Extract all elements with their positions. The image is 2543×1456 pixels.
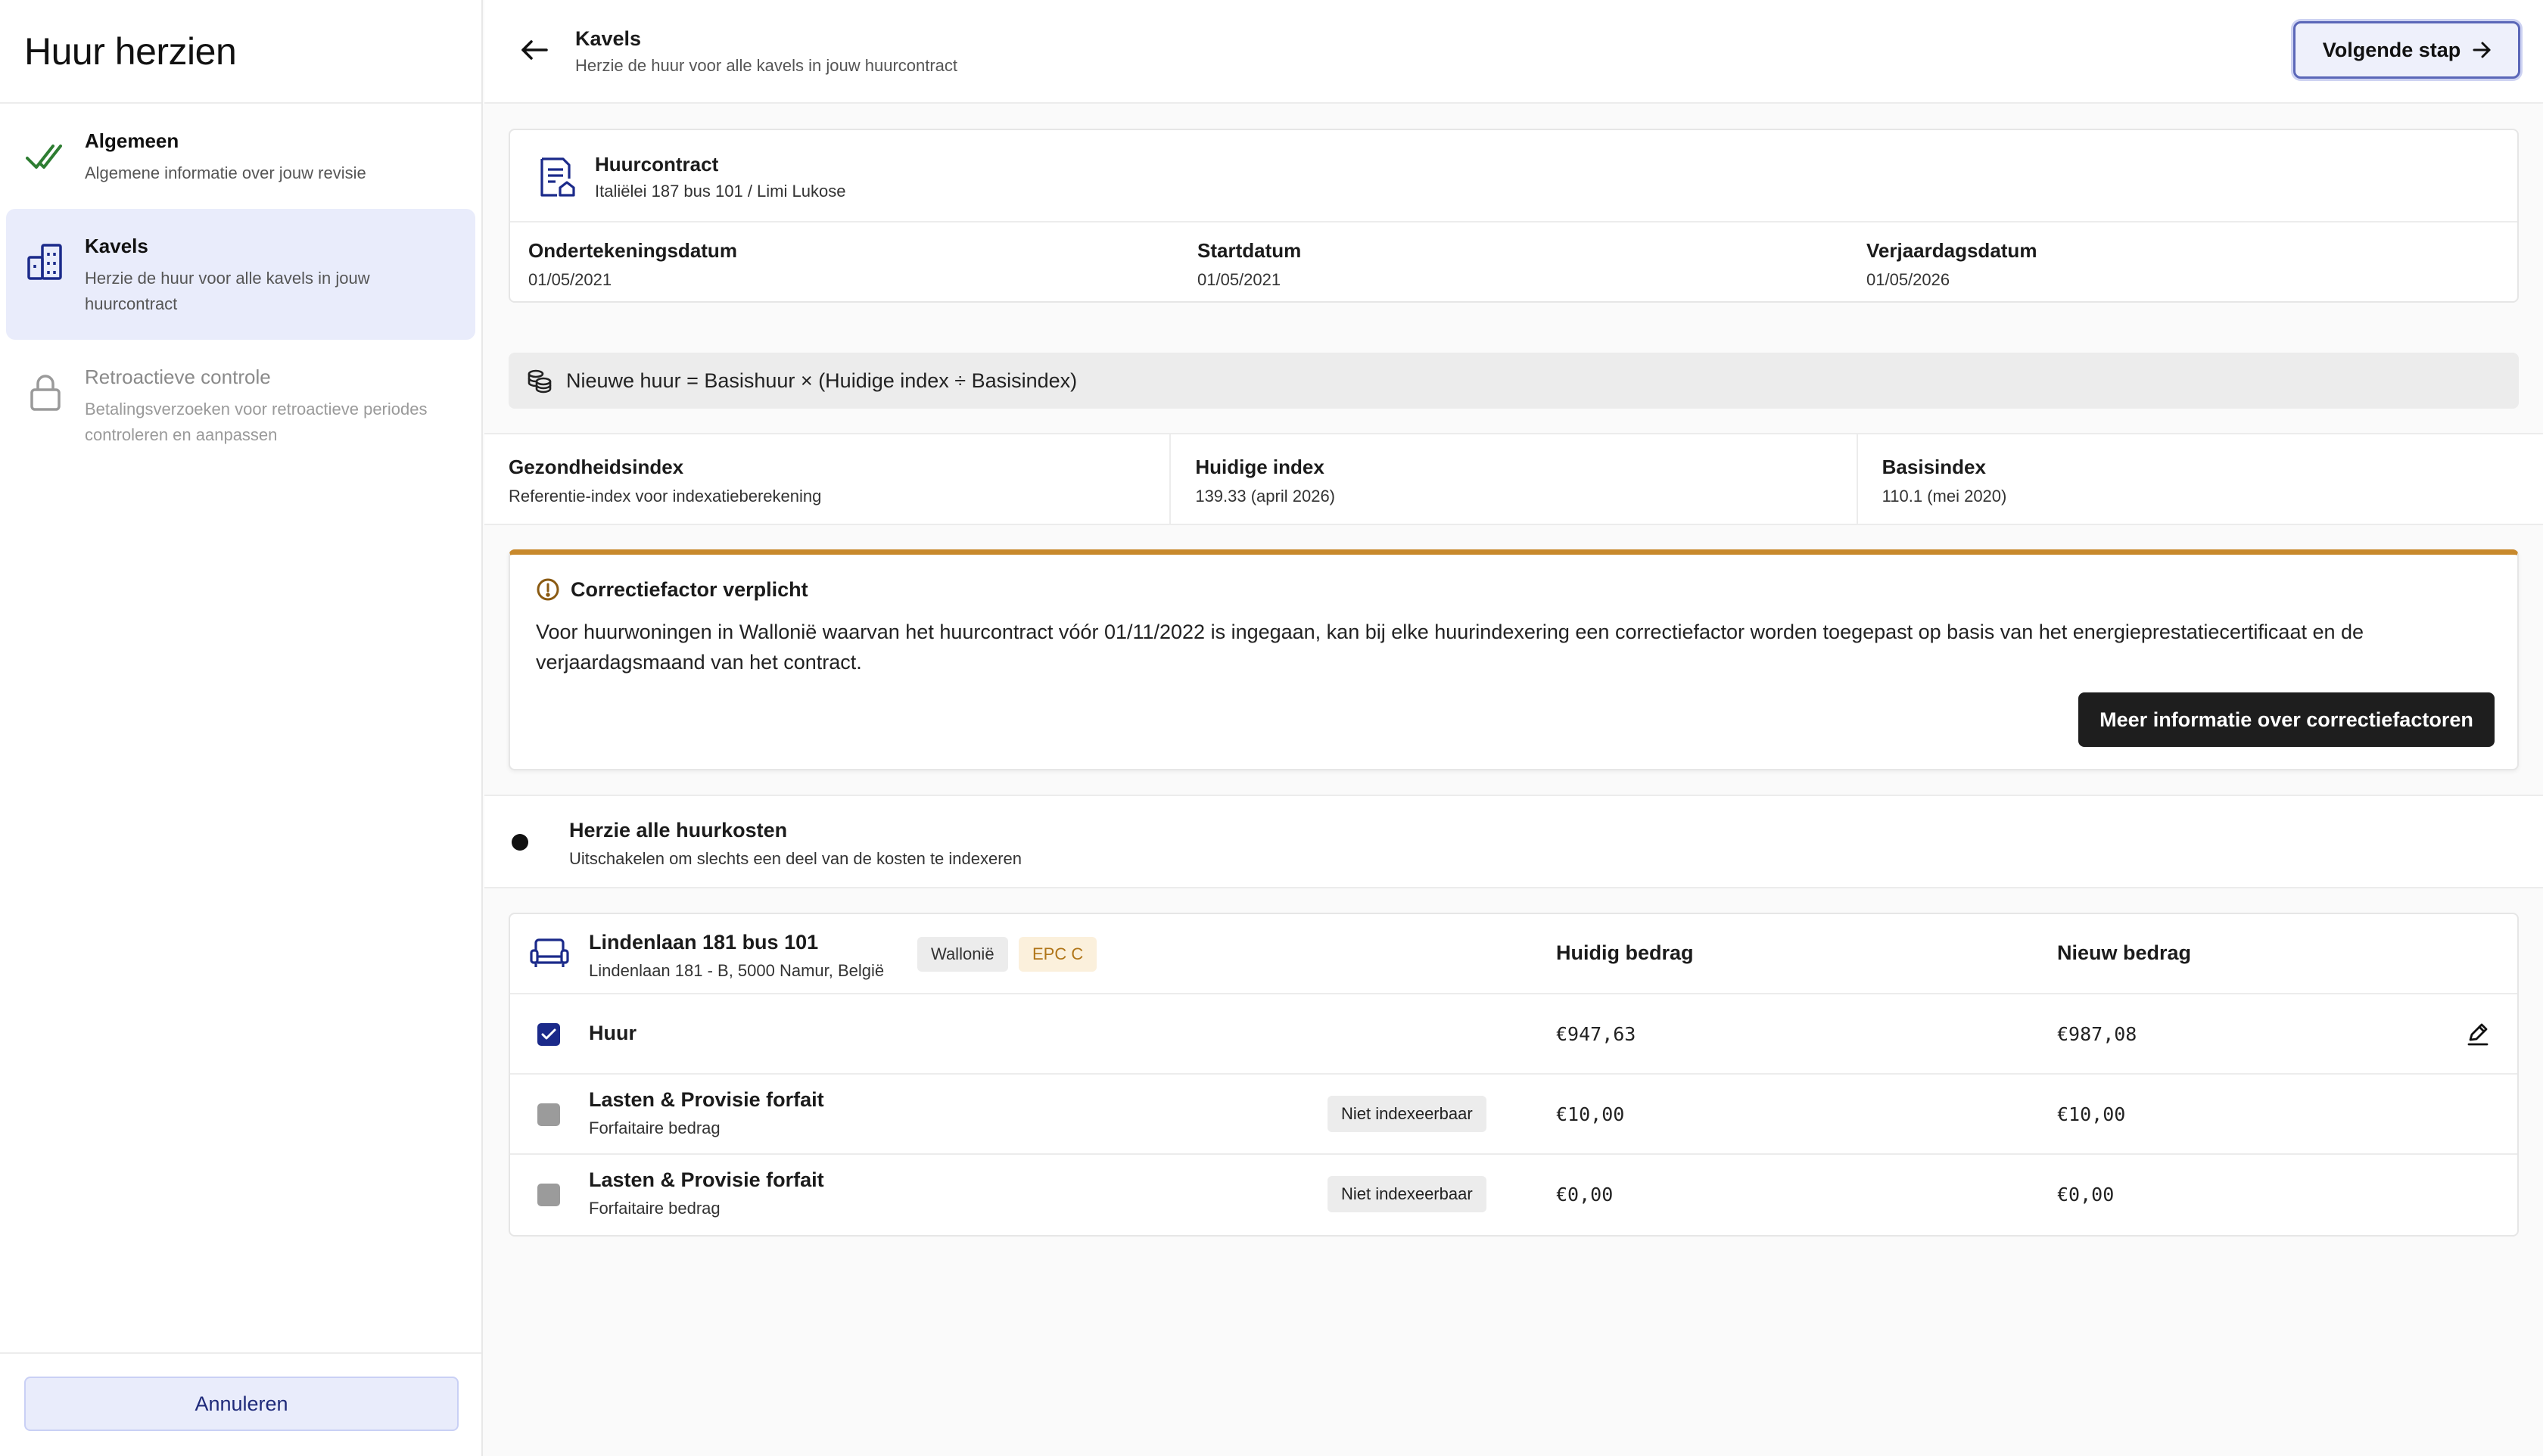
top-bar: Kavels Herzie de huur voor alle kavels i… — [484, 0, 2543, 104]
date-label: Verjaardagsdatum — [1866, 239, 2037, 262]
new-amount: €0,00 — [2057, 1184, 2115, 1206]
step-kavels[interactable]: Kavels Herzie de huur voor alle kavels i… — [6, 209, 475, 340]
date-value: 01/05/2026 — [1866, 270, 1950, 289]
health-index: Gezondheidsindex Referentie-index voor i… — [484, 434, 1172, 524]
row-subtitle: Forfaitaire bedrag — [589, 1118, 721, 1137]
not-indexable-badge: Niet indexeerbaar — [1328, 1096, 1486, 1132]
date-value: 01/05/2021 — [1197, 270, 1281, 289]
date-label: Ondertekeningsdatum — [528, 239, 737, 262]
correction-factor-warning: Correctiefactor verplicht Voor huurwonin… — [509, 549, 2519, 770]
step-title: Retroactieve controle — [85, 366, 271, 388]
contract-title: Huurcontract — [595, 153, 719, 176]
index-value: 139.33 (april 2026) — [1195, 487, 1336, 506]
row-title: Huur — [589, 1022, 637, 1044]
row-subtitle: Forfaitaire bedrag — [589, 1199, 721, 1218]
index-label: Huidige index — [1195, 456, 1324, 478]
contract-header: Huurcontract Italiëlei 187 bus 101 / Lim… — [510, 130, 2517, 222]
current-amount: €947,63 — [1556, 1023, 1636, 1045]
row-title: Lasten & Provisie forfait — [589, 1088, 824, 1111]
page-subtitle: Herzie de huur voor alle kavels in jouw … — [575, 56, 958, 75]
step-title: Kavels — [85, 235, 148, 257]
step-list: Algemeen Algemene informatie over jouw r… — [0, 104, 481, 471]
coins-icon — [528, 369, 552, 394]
cancel-button[interactable]: Annuleren — [24, 1377, 459, 1431]
toggle-knob — [512, 834, 528, 851]
lot-address: Lindenlaan 181 - B, 5000 Namur, België — [589, 961, 885, 980]
more-info-button[interactable]: Meer informatie over correctiefactoren — [2078, 692, 2495, 747]
index-label: Basisindex — [1882, 456, 1986, 478]
current-amount: €10,00 — [1556, 1103, 1625, 1125]
formula-text: Nieuwe huur = Basishuur × (Huidige index… — [566, 369, 1078, 392]
start-date: Startdatum 01/05/2021 — [1179, 222, 1848, 303]
revise-all-toggle[interactable] — [507, 826, 551, 857]
anniversary-date: Verjaardagsdatum 01/05/2026 — [1848, 222, 2517, 303]
date-value: 01/05/2021 — [528, 270, 612, 289]
main-content: Kavels Herzie de huur voor alle kavels i… — [484, 0, 2543, 1456]
contract-subtitle: Italiëlei 187 bus 101 / Limi Lukose — [595, 182, 846, 201]
new-amount: €10,00 — [2057, 1103, 2126, 1125]
new-amount: €987,08 — [2057, 1023, 2137, 1045]
sidebar-header: Huur herzien — [0, 0, 481, 104]
checkbox-checked[interactable] — [537, 1023, 560, 1046]
check-icon — [541, 1028, 556, 1040]
index-strip: Gezondheidsindex Referentie-index voor i… — [484, 433, 2543, 525]
contract-document-icon — [540, 157, 575, 197]
warning-body: Voor huurwoningen in Wallonië waarvan he… — [536, 621, 2364, 674]
table-row: Lasten & Provisie forfait Forfaitaire be… — [510, 1155, 2517, 1235]
region-tag: Wallonië — [917, 937, 1008, 972]
index-value: 110.1 (mei 2020) — [1882, 487, 2007, 506]
step-subtitle: Algemene informatie over jouw revisie — [85, 163, 366, 182]
toggle-subtitle: Uitschakelen om slechts een deel van de … — [569, 849, 1022, 868]
revise-all-costs-row: Herzie alle huurkosten Uitschakelen om s… — [484, 795, 2543, 888]
warning-header: Correctiefactor verplicht — [536, 577, 808, 602]
table-row: Lasten & Provisie forfait Forfaitaire be… — [510, 1075, 2517, 1155]
sidebar: Huur herzien Algemeen Algemene informati… — [0, 0, 483, 1456]
lot-card: Lindenlaan 181 bus 101 Lindenlaan 181 - … — [509, 913, 2519, 1237]
buildings-icon — [23, 239, 68, 285]
not-indexable-badge: Niet indexeerbaar — [1328, 1176, 1486, 1212]
arrow-right-icon — [2473, 42, 2491, 58]
checkbox-disabled — [537, 1184, 560, 1206]
index-label: Gezondheidsindex — [509, 456, 684, 478]
formula-bar: Nieuwe huur = Basishuur × (Huidige index… — [509, 353, 2519, 409]
contract-card: Huurcontract Italiëlei 187 bus 101 / Lim… — [509, 129, 2519, 303]
page-title: Kavels — [575, 27, 642, 50]
next-step-button[interactable]: Volgende stap — [2293, 21, 2520, 79]
row-title: Lasten & Provisie forfait — [589, 1168, 824, 1191]
signing-date: Ondertekeningsdatum 01/05/2021 — [510, 222, 1179, 303]
step-algemeen[interactable]: Algemeen Algemene informatie over jouw r… — [6, 104, 475, 209]
column-current-amount: Huidig bedrag — [1556, 941, 1694, 964]
edit-pencil-icon[interactable] — [2464, 1020, 2492, 1047]
next-step-label: Volgende stap — [2322, 38, 2461, 61]
sidebar-footer: Annuleren — [0, 1352, 481, 1456]
warning-title: Correctiefactor verplicht — [571, 577, 808, 601]
contract-dates: Ondertekeningsdatum 01/05/2021 Startdatu… — [510, 222, 2517, 303]
lot-header: Lindenlaan 181 bus 101 Lindenlaan 181 - … — [510, 914, 2517, 994]
date-label: Startdatum — [1197, 239, 1302, 262]
step-retroactieve-controle: Retroactieve controle Betalingsverzoeken… — [6, 340, 475, 471]
current-index: Huidige index 139.33 (april 2026) — [1171, 434, 1858, 524]
checkbox-disabled — [537, 1103, 560, 1126]
sidebar-title: Huur herzien — [24, 30, 237, 73]
toggle-title: Herzie alle huurkosten — [569, 819, 788, 842]
table-row: Huur €947,63 €987,08 — [510, 994, 2517, 1075]
double-check-icon — [23, 134, 68, 179]
lot-title: Lindenlaan 181 bus 101 — [589, 931, 819, 954]
current-amount: €0,00 — [1556, 1184, 1614, 1206]
column-new-amount: Nieuw bedrag — [2057, 941, 2192, 964]
step-subtitle: Betalingsverzoeken voor retroactieve per… — [85, 400, 428, 444]
index-value: Referentie-index voor indexatieberekenin… — [509, 487, 822, 506]
base-index: Basisindex 110.1 (mei 2020) — [1858, 434, 2543, 524]
back-arrow-icon[interactable] — [516, 32, 552, 68]
step-title: Algemeen — [85, 129, 179, 152]
alert-circle-icon — [537, 578, 559, 601]
sofa-icon — [530, 938, 569, 967]
epc-tag: EPC C — [1019, 937, 1097, 972]
lock-icon — [23, 370, 68, 415]
step-subtitle: Herzie de huur voor alle kavels in jouw … — [85, 269, 370, 313]
